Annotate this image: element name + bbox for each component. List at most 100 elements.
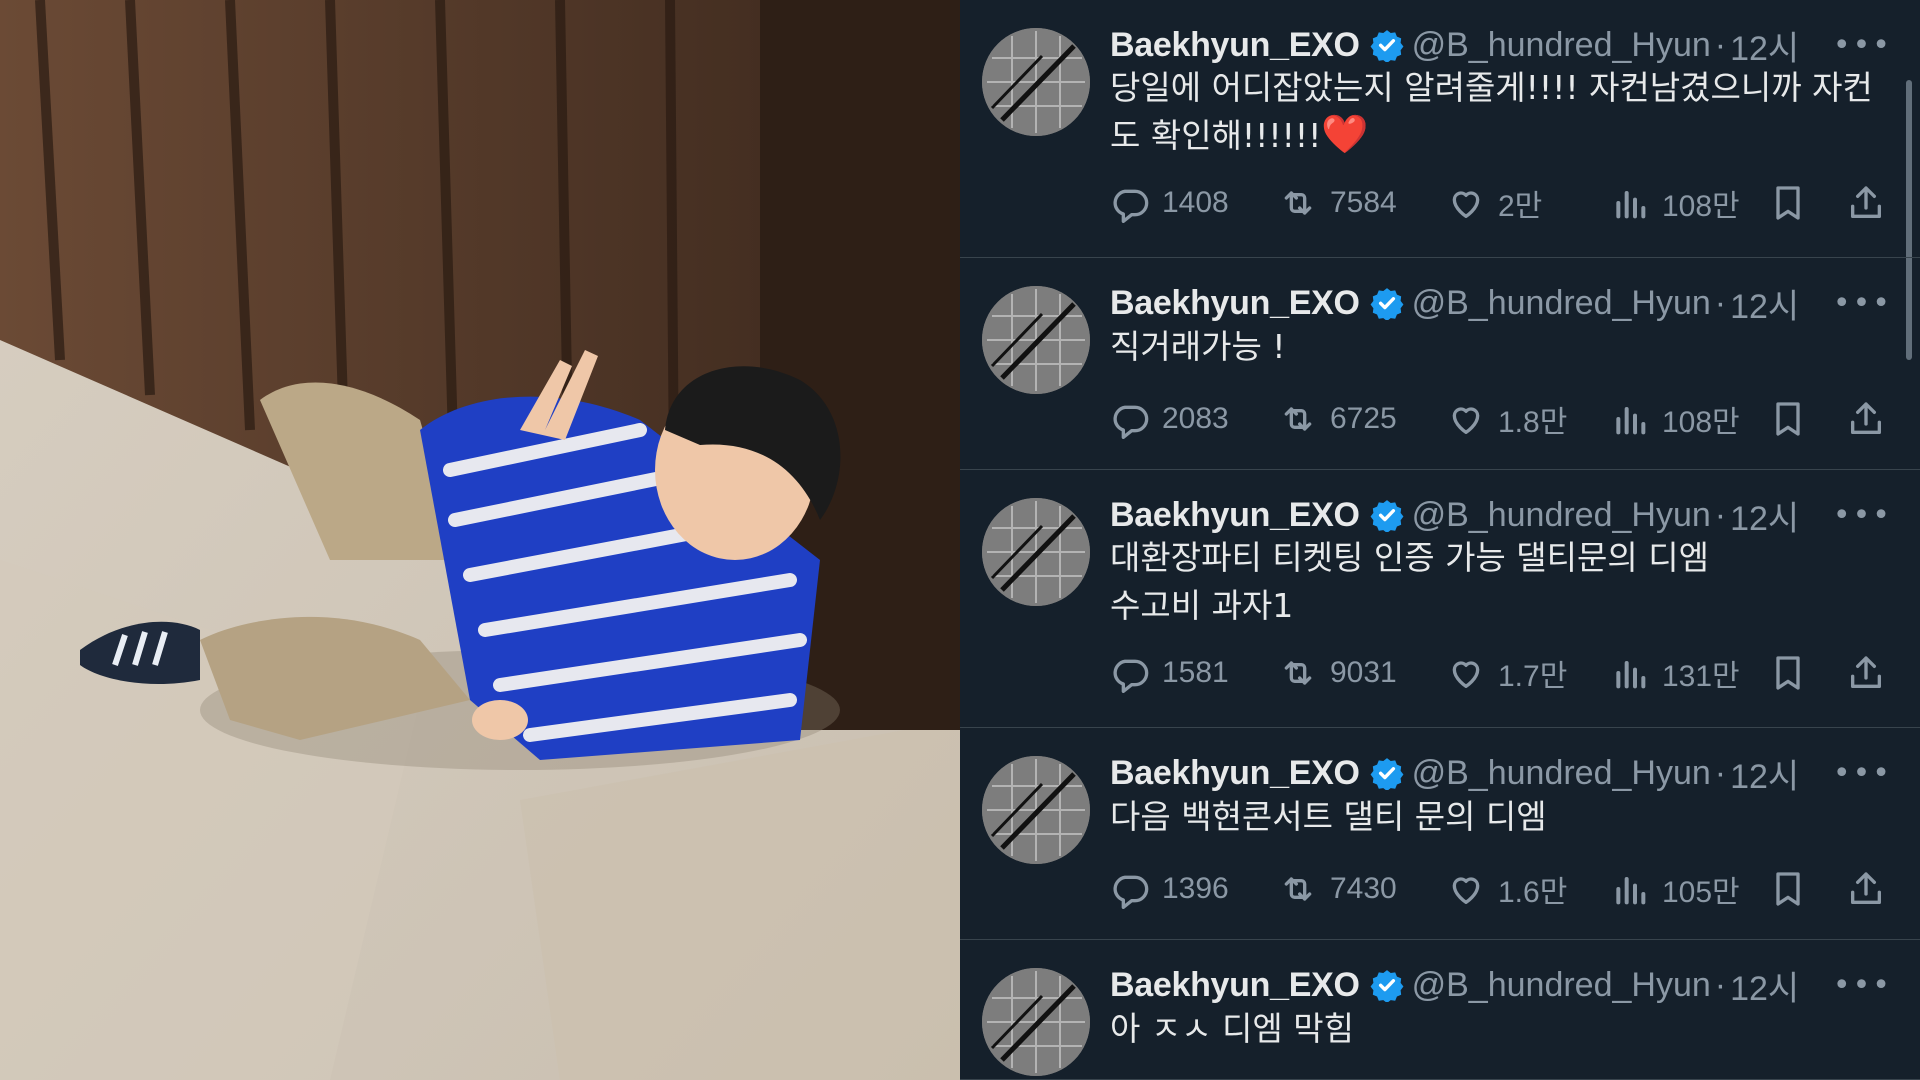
more-options-button[interactable]: ••• (1833, 490, 1892, 540)
tweet-text-content: 다음 백현콘서트 댈티 문의 디엠 (1110, 797, 1547, 836)
retweet-button[interactable]: 9031 (1278, 650, 1397, 696)
tweet[interactable]: Baekhyun_EXO @B_hundred_Hyun · 12시 ••• 당… (960, 0, 1920, 258)
tweet[interactable]: Baekhyun_EXO @B_hundred_Hyun · 12시 ••• 다… (960, 728, 1920, 940)
photo-panel (0, 0, 960, 1080)
like-button[interactable]: 1.6만 (1446, 866, 1567, 912)
bookmark-button[interactable] (1768, 650, 1808, 696)
avatar[interactable] (982, 968, 1090, 1076)
avatar[interactable] (982, 498, 1090, 606)
tweet-text-content: 직거래가능 ! (1110, 327, 1286, 366)
views-count: 105만 (1662, 876, 1740, 909)
like-count: 2만 (1498, 190, 1543, 223)
handle[interactable]: @B_hundred_Hyun (1412, 284, 1711, 323)
tweet-text-content: 아 ㅈㅅ 디엠 막힘 (1110, 1009, 1354, 1048)
verified-badge-icon (1370, 970, 1404, 1002)
share-button[interactable] (1846, 180, 1886, 226)
retweet-button[interactable]: 7430 (1278, 866, 1397, 912)
share-icon (1851, 872, 1881, 904)
avatar-image (982, 286, 1090, 394)
separator-dot: · (1714, 753, 1727, 792)
heart-icon (1452, 407, 1480, 434)
tweet-header: Baekhyun_EXO @B_hundred_Hyun · 12시 (1110, 960, 1920, 1010)
tweet[interactable]: Baekhyun_EXO @B_hundred_Hyun · 12시 ••• 직… (960, 258, 1920, 470)
like-count: 1.8만 (1498, 406, 1568, 439)
bookmark-button[interactable] (1768, 396, 1808, 442)
reply-icon (1113, 189, 1149, 223)
more-options-button[interactable]: ••• (1833, 278, 1892, 328)
avatar[interactable] (982, 28, 1090, 136)
display-name[interactable]: Baekhyun_EXO (1110, 496, 1360, 535)
verified-badge-icon (1370, 30, 1404, 62)
share-button[interactable] (1846, 866, 1886, 912)
tweet-actions: 1408 7584 2만 108만 (1110, 180, 1892, 226)
person-lying-on-floor-photo (0, 0, 960, 1080)
separator-dot: · (1714, 495, 1727, 534)
reply-count: 1408 (1162, 186, 1229, 219)
tweet-feed[interactable]: Baekhyun_EXO @B_hundred_Hyun · 12시 ••• 당… (960, 0, 1920, 1080)
reply-button[interactable]: 1408 (1110, 180, 1229, 226)
avatar[interactable] (982, 756, 1090, 864)
heart-emoji: ❤️ (1321, 112, 1369, 156)
reply-button[interactable]: 2083 (1110, 396, 1229, 442)
handle[interactable]: @B_hundred_Hyun (1412, 496, 1711, 535)
like-button[interactable]: 2만 (1446, 180, 1542, 226)
more-options-button[interactable]: ••• (1833, 960, 1892, 1010)
timestamp[interactable]: 12시 (1730, 279, 1799, 328)
bookmark-icon (1776, 656, 1800, 690)
display-name[interactable]: Baekhyun_EXO (1110, 966, 1360, 1005)
tweet-header: Baekhyun_EXO @B_hundred_Hyun · 12시 (1110, 490, 1920, 540)
share-button[interactable] (1846, 650, 1886, 696)
views-icon (1616, 407, 1646, 435)
tweet-text: 직거래가능 ! (1110, 322, 1892, 370)
views-icon (1616, 877, 1646, 905)
timestamp[interactable]: 12시 (1730, 961, 1799, 1010)
more-icon: ••• (1832, 497, 1892, 533)
display-name[interactable]: Baekhyun_EXO (1110, 754, 1360, 793)
verified-badge-icon (1370, 758, 1404, 790)
views-icon (1616, 661, 1646, 689)
handle[interactable]: @B_hundred_Hyun (1412, 754, 1711, 793)
views-button[interactable]: 131만 (1610, 650, 1740, 696)
tweet-actions: 2083 6725 1.8만 108만 (1110, 396, 1892, 442)
timestamp[interactable]: 12시 (1730, 749, 1799, 798)
tweet[interactable]: Baekhyun_EXO @B_hundred_Hyun · 12시 ••• 아… (960, 940, 1920, 1080)
views-button[interactable]: 108만 (1610, 180, 1740, 226)
reply-count: 1396 (1162, 872, 1229, 905)
bookmark-button[interactable] (1768, 866, 1808, 912)
share-icon (1851, 656, 1881, 688)
tweet-header: Baekhyun_EXO @B_hundred_Hyun · 12시 (1110, 748, 1920, 798)
handle[interactable]: @B_hundred_Hyun (1412, 966, 1711, 1005)
reply-count: 2083 (1162, 402, 1229, 435)
timestamp[interactable]: 12시 (1730, 491, 1799, 540)
views-button[interactable]: 105만 (1610, 866, 1740, 912)
tweet[interactable]: Baekhyun_EXO @B_hundred_Hyun · 12시 ••• 대… (960, 470, 1920, 728)
reply-icon (1113, 659, 1149, 693)
display-name[interactable]: Baekhyun_EXO (1110, 26, 1360, 65)
retweet-icon (1284, 407, 1312, 431)
retweet-count: 7584 (1330, 186, 1397, 219)
timestamp[interactable]: 12시 (1730, 21, 1799, 70)
like-button[interactable]: 1.8만 (1446, 396, 1567, 442)
retweet-button[interactable]: 7584 (1278, 180, 1397, 226)
display-name[interactable]: Baekhyun_EXO (1110, 284, 1360, 323)
avatar[interactable] (982, 286, 1090, 394)
tweet-header: Baekhyun_EXO @B_hundred_Hyun · 12시 (1110, 278, 1920, 328)
bookmark-button[interactable] (1768, 180, 1808, 226)
heart-icon (1452, 191, 1480, 218)
retweet-button[interactable]: 6725 (1278, 396, 1397, 442)
heart-icon (1452, 877, 1480, 904)
like-count: 1.6만 (1498, 876, 1568, 909)
verified-badge-icon (1370, 288, 1404, 320)
share-button[interactable] (1846, 396, 1886, 442)
retweet-count: 7430 (1330, 872, 1397, 905)
share-icon (1851, 402, 1881, 434)
reply-button[interactable]: 1581 (1110, 650, 1229, 696)
reply-button[interactable]: 1396 (1110, 866, 1229, 912)
more-icon: ••• (1832, 27, 1892, 63)
like-button[interactable]: 1.7만 (1446, 650, 1567, 696)
handle[interactable]: @B_hundred_Hyun (1412, 26, 1711, 65)
reply-count: 1581 (1162, 656, 1229, 689)
more-options-button[interactable]: ••• (1833, 748, 1892, 798)
more-options-button[interactable]: ••• (1833, 20, 1892, 70)
views-button[interactable]: 108만 (1610, 396, 1740, 442)
